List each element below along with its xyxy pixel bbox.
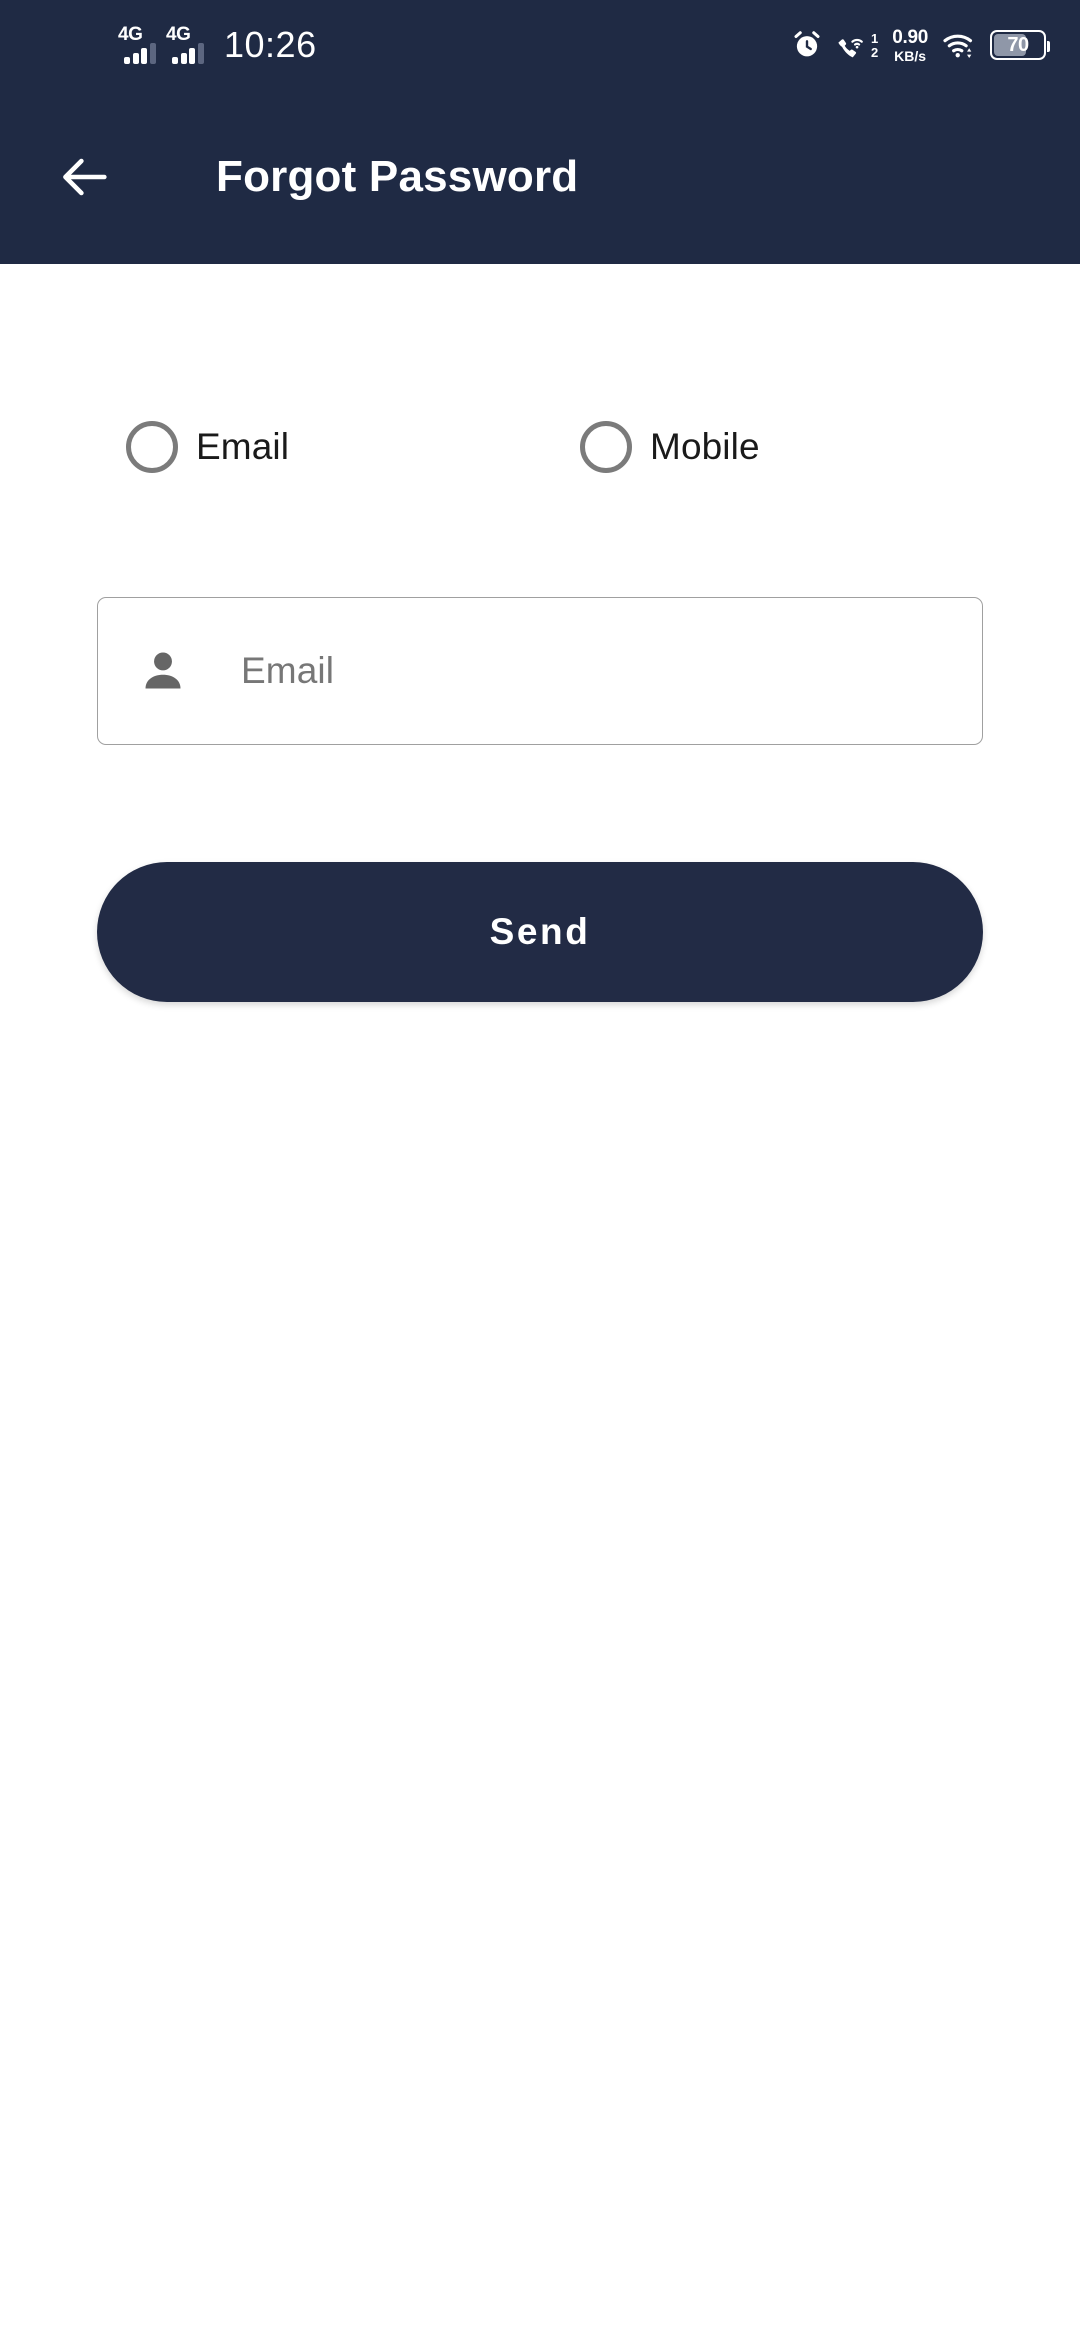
wifi-calling-icon [838,38,863,58]
send-button[interactable]: Send [97,862,983,1002]
radio-option-mobile[interactable]: Mobile [580,421,760,473]
app-bar: Forgot Password [0,90,1080,264]
email-input-field[interactable]: Email [97,597,983,745]
person-icon [145,652,181,689]
back-button[interactable] [30,122,140,232]
radio-button-email[interactable] [126,421,178,473]
radio-button-mobile[interactable] [580,421,633,473]
alarm-clock-icon [794,31,820,57]
wifi-calling-line-2: 2 [870,44,879,60]
wifi-calling-sim-numbers: 1 2 [871,32,878,59]
network-speed-value: 0.90 [892,26,928,48]
radio-option-email[interactable]: Email [126,421,289,473]
sim1-signal: 4G [118,25,156,65]
sim1-network-label: 4G [118,25,156,65]
battery-percent: 70 [1007,33,1029,56]
sim2-signal: 4G [166,25,204,65]
app-screen: 4G 4G 10:26 1 2 0.90 KB/s 70 Forgot Pass… [0,0,1080,2340]
sim2-network-label: 4G [166,25,204,65]
network-speed-indicator: 0.90 KB/s [892,28,928,63]
signal-bars-icon [124,42,156,64]
wifi-icon [943,34,973,58]
battery-indicator: 70 [990,30,1050,60]
page-title: Forgot Password [216,152,579,201]
email-input-placeholder: Email [241,650,335,691]
network-speed-unit: KB/s [894,47,927,64]
wifi-calling-indicator: 1 2 [836,31,878,59]
status-bar: 4G 4G 10:26 1 2 0.90 KB/s 70 [0,0,1080,90]
status-bar-right: 1 2 0.90 KB/s 70 [792,28,1050,63]
wifi-calling-line-1: 1 [870,30,879,46]
signal-bars-icon [172,42,204,64]
radio-label-email: Email [196,426,290,467]
recovery-method-radio-group: Email Mobile [0,417,1080,477]
status-bar-clock: 10:26 [224,24,317,65]
status-bar-left: 4G 4G 10:26 [118,24,317,66]
back-arrow-icon [63,158,107,196]
radio-label-mobile: Mobile [650,426,760,467]
main-content: Email Mobile Email Send [0,264,1080,2340]
